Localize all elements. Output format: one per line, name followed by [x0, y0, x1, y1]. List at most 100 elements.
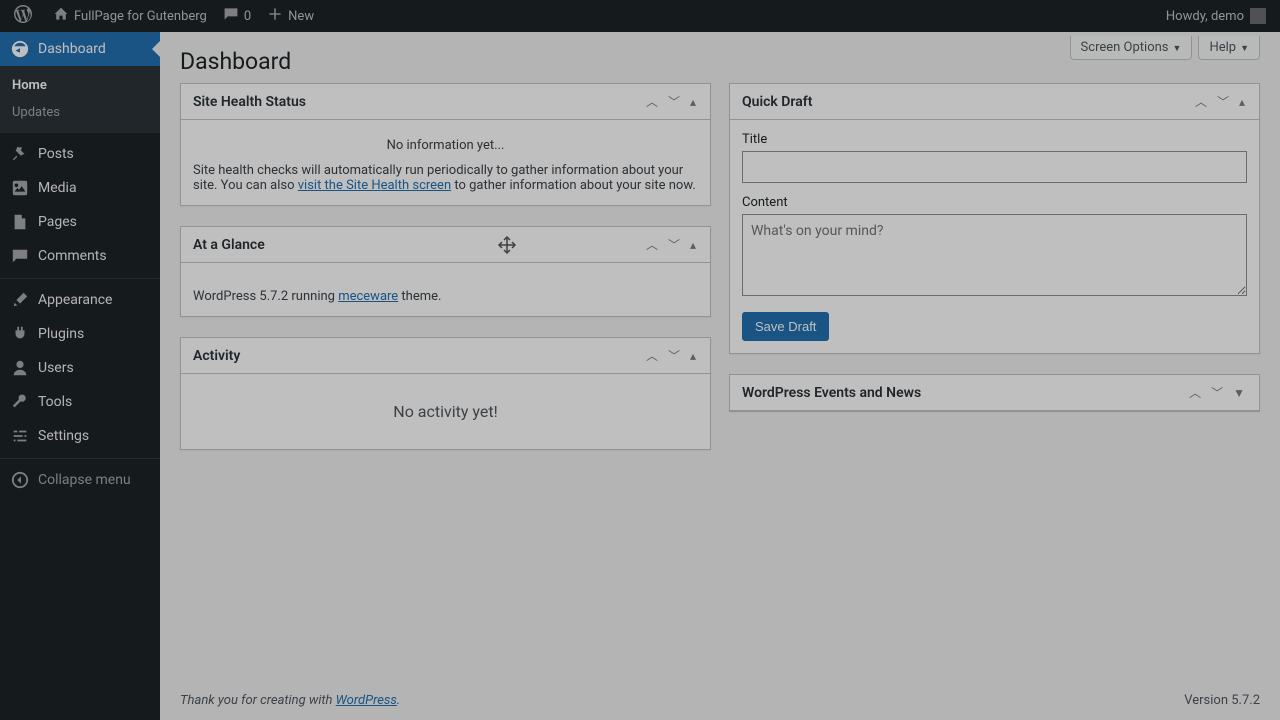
site-health-noinfo: No information yet...: [193, 132, 698, 163]
events-news-widget: WordPress Events and News ︿ ﹀ ▼: [729, 374, 1260, 412]
collapse-icon: [10, 470, 30, 490]
wrench-icon: [10, 392, 30, 412]
admin-footer: Thank you for creating with WordPress. V…: [160, 681, 1280, 720]
comments-count: 0: [244, 9, 251, 24]
menu-posts-label: Posts: [38, 146, 74, 162]
menu-media[interactable]: Media: [0, 171, 160, 205]
move-up-icon[interactable]: ︿: [1187, 382, 1203, 403]
draft-content-textarea[interactable]: [742, 214, 1247, 296]
quick-draft-title: Quick Draft: [742, 94, 812, 110]
screen-options-label: Screen Options: [1081, 40, 1169, 55]
menu-comments[interactable]: Comments: [0, 239, 160, 273]
theme-link[interactable]: meceware: [338, 289, 398, 304]
screen-meta-links: Screen Options ▼ Help ▼: [1070, 32, 1260, 60]
toggle-icon[interactable]: ▼: [1231, 384, 1247, 402]
menu-dashboard-label: Dashboard: [38, 41, 106, 57]
toggle-icon[interactable]: ▴: [1237, 93, 1247, 111]
admin-bar: FullPage for Gutenberg 0 New Howdy, demo: [0, 0, 1280, 32]
menu-users[interactable]: Users: [0, 351, 160, 385]
at-a-glance-header[interactable]: At a Glance ︿ ﹀ ▴: [181, 227, 710, 263]
menu-posts[interactable]: Posts: [0, 137, 160, 171]
move-down-icon[interactable]: ﹀: [1209, 382, 1225, 403]
move-up-icon[interactable]: ︿: [644, 234, 660, 255]
quick-draft-header[interactable]: Quick Draft ︿ ﹀ ▴: [730, 84, 1259, 120]
menu-appearance-label: Appearance: [38, 292, 112, 308]
chevron-down-icon: ▼: [1240, 44, 1249, 54]
site-health-header[interactable]: Site Health Status ︿ ﹀ ▴: [181, 84, 710, 120]
menu-pages[interactable]: Pages: [0, 205, 160, 239]
toggle-icon[interactable]: ▴: [688, 93, 698, 111]
menu-settings[interactable]: Settings: [0, 419, 160, 453]
menu-dashboard[interactable]: Dashboard: [0, 32, 160, 66]
events-news-title: WordPress Events and News: [742, 385, 921, 401]
draft-title-label: Title: [742, 132, 1247, 147]
footer-version: Version 5.7.2: [1184, 693, 1260, 708]
quick-draft-widget: Quick Draft ︿ ﹀ ▴ Title Content: [729, 83, 1260, 354]
draft-content-label: Content: [742, 195, 1247, 210]
menu-users-label: Users: [38, 360, 74, 376]
move-up-icon[interactable]: ︿: [644, 345, 660, 366]
save-draft-button[interactable]: Save Draft: [742, 312, 829, 341]
my-account[interactable]: Howdy, demo: [1158, 0, 1274, 32]
submenu-dashboard: Home Updates: [0, 66, 160, 132]
activity-header[interactable]: Activity ︿ ﹀ ▴: [181, 338, 710, 374]
page-icon: [10, 212, 30, 232]
site-health-desc: Site health checks will automatically ru…: [193, 163, 698, 193]
menu-tools[interactable]: Tools: [0, 385, 160, 419]
move-up-icon[interactable]: ︿: [644, 91, 660, 112]
wordpress-link[interactable]: WordPress: [336, 693, 397, 708]
wp-version-text: WordPress 5.7.2 running meceware theme.: [193, 275, 698, 304]
activity-empty: No activity yet!: [181, 374, 710, 449]
site-name-text: FullPage for Gutenberg: [74, 9, 207, 24]
wp-logo[interactable]: [6, 0, 45, 32]
move-down-icon[interactable]: ﹀: [1215, 91, 1231, 112]
dashboard-icon: [10, 39, 30, 59]
menu-comments-label: Comments: [38, 248, 107, 264]
events-news-header[interactable]: WordPress Events and News ︿ ﹀ ▼: [730, 375, 1259, 411]
new-label: New: [288, 9, 314, 24]
move-down-icon[interactable]: ﹀: [666, 91, 682, 112]
footer-thankyou: Thank you for creating with WordPress.: [180, 693, 400, 708]
comments-icon: [10, 246, 30, 266]
menu-settings-label: Settings: [38, 428, 89, 444]
site-name[interactable]: FullPage for Gutenberg: [45, 0, 215, 32]
move-down-icon[interactable]: ﹀: [666, 345, 682, 366]
move-up-icon[interactable]: ︿: [1193, 91, 1209, 112]
toggle-icon[interactable]: ▴: [688, 347, 698, 365]
help-tab[interactable]: Help ▼: [1198, 36, 1260, 60]
pin-icon: [10, 144, 30, 164]
site-health-widget: Site Health Status ︿ ﹀ ▴ No information …: [180, 83, 711, 206]
submenu-home[interactable]: Home: [0, 72, 160, 99]
site-health-title: Site Health Status: [193, 94, 306, 110]
help-label: Help: [1209, 40, 1236, 55]
toggle-icon[interactable]: ▴: [688, 236, 698, 254]
wordpress-icon: [14, 5, 32, 27]
home-icon: [53, 6, 69, 26]
media-icon: [10, 178, 30, 198]
menu-tools-label: Tools: [38, 394, 72, 410]
chevron-down-icon: ▼: [1173, 44, 1182, 54]
menu-media-label: Media: [38, 180, 77, 196]
menu-plugins-label: Plugins: [38, 326, 84, 342]
comment-icon: [223, 6, 239, 26]
at-a-glance-widget: At a Glance ︿ ﹀ ▴ WordPress 5.7.2 runnin…: [180, 226, 711, 317]
at-a-glance-title: At a Glance: [193, 237, 265, 253]
submenu-updates[interactable]: Updates: [0, 99, 160, 126]
collapse-label: Collapse menu: [38, 472, 131, 488]
plus-icon: [267, 6, 283, 26]
screen-options-tab[interactable]: Screen Options ▼: [1070, 36, 1193, 60]
menu-plugins[interactable]: Plugins: [0, 317, 160, 351]
move-down-icon[interactable]: ﹀: [666, 234, 682, 255]
admin-sidebar: Dashboard Home Updates Posts Media Pages…: [0, 32, 160, 720]
plug-icon: [10, 324, 30, 344]
comments-bubble[interactable]: 0: [215, 0, 259, 32]
sliders-icon: [10, 426, 30, 446]
site-health-link[interactable]: visit the Site Health screen: [298, 178, 451, 193]
collapse-menu[interactable]: Collapse menu: [0, 463, 160, 497]
main-content: Screen Options▼ Help▼ Dashboard Site Hea…: [160, 32, 1280, 720]
new-content[interactable]: New: [259, 0, 322, 32]
menu-pages-label: Pages: [38, 214, 77, 230]
users-icon: [10, 358, 30, 378]
menu-appearance[interactable]: Appearance: [0, 283, 160, 317]
draft-title-input[interactable]: [742, 151, 1247, 183]
